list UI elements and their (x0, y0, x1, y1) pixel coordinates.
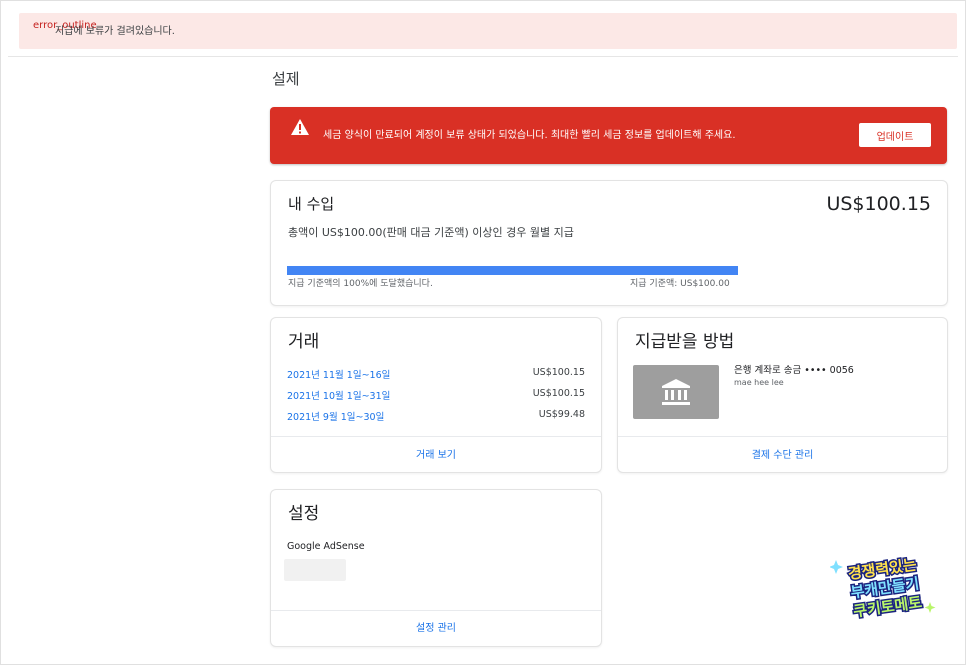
earnings-subtitle: 총액이 US$100.00(판매 대금 기준액) 이상인 경우 월별 지급 (288, 226, 574, 239)
progress-caption: 지급 기준액의 100%에 도달했습니다. (288, 279, 433, 289)
transaction-amount: US$99.48 (538, 409, 585, 420)
transaction-row: 2021년 11월 1일~16일 US$100.15 (287, 367, 585, 383)
sparkle-icon (830, 560, 843, 574)
settings-product: Google AdSense (287, 541, 365, 552)
banner-text: 지급에 보류가 걸려있습니다. (55, 26, 175, 37)
card-divider (271, 436, 601, 437)
bank-account-label: 은행 계좌로 송금 •••• 0056 (734, 365, 854, 376)
transaction-amount: US$100.15 (532, 367, 585, 378)
sparkle-icon (924, 602, 936, 613)
payment-method-card: 지급받을 방법 은행 계좌로 송금 •••• 0056 mae hee lee … (617, 317, 948, 473)
earnings-amount: US$100.15 (826, 193, 931, 215)
warning-icon (291, 119, 309, 135)
transaction-date-link[interactable]: 2021년 11월 1일~16일 (287, 367, 390, 381)
bank-thumbnail (633, 365, 719, 419)
settings-title: 설정 (288, 504, 320, 524)
transaction-date-link[interactable]: 2021년 10월 1일~31일 (287, 388, 390, 402)
transaction-amount: US$100.15 (532, 388, 585, 399)
card-divider (271, 610, 601, 611)
tax-alert: 세금 양식이 만료되어 계정이 보류 상태가 되었습니다. 최대한 빨리 세금 … (270, 107, 947, 164)
account-holder: mae hee lee (734, 378, 784, 387)
settings-card: 설정 Google AdSense 설정 관리 (270, 489, 602, 647)
threshold-caption: 지급 기준액: US$100.00 (630, 279, 730, 289)
hold-banner: error_outline 지급에 보류가 걸려있습니다. (19, 13, 957, 49)
divider (8, 56, 958, 57)
view-transactions-link[interactable]: 거래 보기 (271, 446, 601, 461)
transactions-card: 거래 2021년 11월 1일~16일 US$100.15 2021년 10월 … (270, 317, 602, 473)
update-button[interactable]: 업데이트 (859, 123, 931, 147)
progress-fill (287, 266, 738, 275)
transaction-date-link[interactable]: 2021년 9월 1일~30일 (287, 409, 384, 423)
transaction-row: 2021년 9월 1일~30일 US$99.48 (287, 409, 585, 425)
transaction-row: 2021년 10월 1일~31일 US$100.15 (287, 388, 585, 404)
transactions-title: 거래 (288, 332, 320, 352)
watermark-sticker: 경쟁력있는 부캐만들기 쿠키토메토 (830, 554, 936, 622)
threshold-progress-bar (287, 266, 738, 275)
payment-title: 지급받을 방법 (635, 332, 735, 352)
earnings-title: 내 수입 (288, 195, 335, 213)
redacted-placeholder (284, 559, 346, 581)
manage-settings-link[interactable]: 설정 관리 (271, 619, 601, 634)
card-divider (618, 436, 947, 437)
page-title: 설제 (272, 70, 300, 88)
earnings-card: 내 수입 US$100.15 총액이 US$100.00(판매 대금 기준액) … (270, 180, 948, 306)
alert-message: 세금 양식이 만료되어 계정이 보류 상태가 되었습니다. 최대한 빨리 세금 … (323, 130, 736, 141)
manage-payment-methods-link[interactable]: 결제 수단 관리 (618, 446, 947, 461)
bank-icon (662, 379, 690, 405)
